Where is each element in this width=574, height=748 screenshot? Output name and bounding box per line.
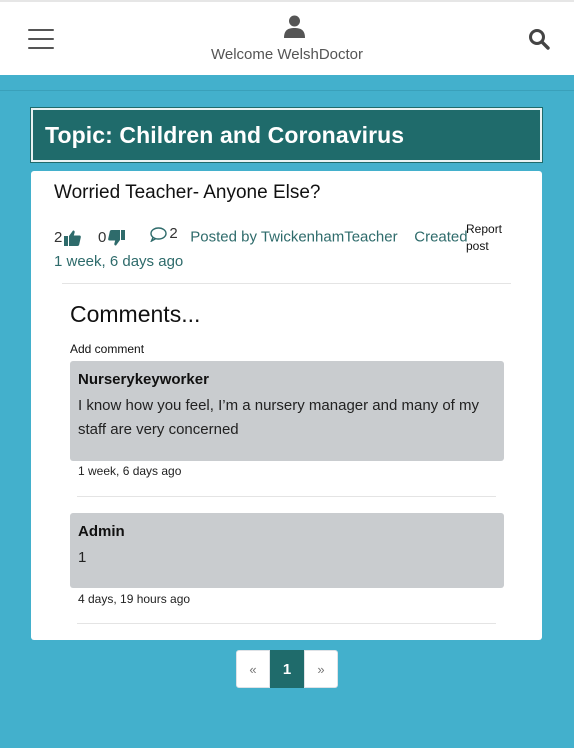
comments-link[interactable]: 2 [150, 222, 178, 246]
topic-title: Topic: Children and Coronavirus [45, 121, 405, 148]
divider [77, 623, 496, 624]
top-navbar: Welcome WelshDoctor [0, 0, 574, 75]
comment-author: Admin [78, 523, 125, 540]
user-icon [284, 15, 305, 38]
pagination: « 1 » [236, 650, 338, 688]
post-meta: 2 0 2 Posted by TwickenhamTeacher Create… [54, 222, 469, 274]
add-comment-link[interactable]: Add comment [70, 342, 144, 356]
comments-heading: Comments... [70, 301, 201, 327]
like-button[interactable]: 2 [54, 226, 82, 250]
post-title: Worried Teacher- Anyone Else? [54, 182, 321, 203]
comment-item: Nurserykeyworker I know how you feel, I’… [70, 361, 504, 461]
like-count: 2 [54, 228, 63, 246]
comment-count: 2 [169, 225, 178, 242]
divider [62, 283, 511, 284]
report-post-link[interactable]: Report post [466, 221, 516, 255]
search-icon[interactable] [528, 28, 550, 50]
thumbs-down-icon [108, 229, 126, 245]
topic-header: Topic: Children and Coronavirus [30, 107, 543, 163]
thumbs-up-icon [64, 230, 82, 246]
next-page-button[interactable]: » [304, 650, 338, 688]
page-1-button[interactable]: 1 [270, 650, 304, 688]
prev-page-button[interactable]: « [236, 650, 270, 688]
comment-author: Nurserykeyworker [78, 371, 209, 388]
comment-time: 4 days, 19 hours ago [78, 592, 191, 606]
created-ago: 1 week, 6 days ago [54, 252, 184, 270]
posted-by: Posted by TwickenhamTeacher [190, 228, 398, 246]
comment-icon [150, 226, 168, 242]
dislike-count: 0 [98, 228, 107, 246]
dislike-button[interactable]: 0 [98, 226, 126, 250]
divider [77, 496, 496, 497]
post-card: Worried Teacher- Anyone Else? 2 0 2 Post… [31, 171, 542, 640]
comment-text: I know how you feel, I’m a nursery manag… [78, 397, 480, 438]
comment-time: 1 week, 6 days ago [78, 464, 182, 478]
welcome-text: Welcome WelshDoctor [211, 46, 363, 63]
divider [0, 90, 574, 91]
created-label: Created [414, 228, 468, 246]
comment-text: 1 [78, 549, 87, 566]
comment-item: Admin 1 [70, 513, 504, 588]
